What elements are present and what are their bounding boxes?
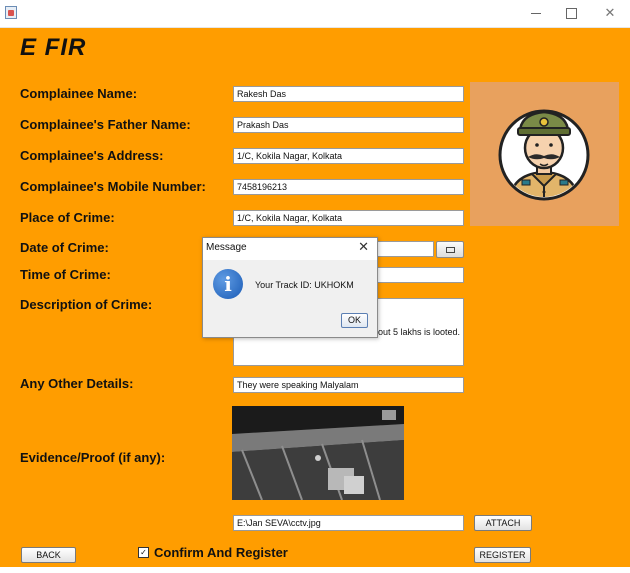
maximize-icon[interactable] [552,0,590,27]
app-brand: E FIR [20,34,87,61]
date-of-crime-label: Date of Crime: [20,240,109,255]
check-icon[interactable]: ✓ [138,547,149,558]
time-of-crime-label: Time of Crime: [20,267,111,282]
confirm-checkbox-row[interactable]: ✓ Confirm And Register [138,545,288,560]
other-details-label: Any Other Details: [20,376,134,391]
address-label: Complainee's Address: [20,148,164,163]
attach-button[interactable]: ATTACH [474,515,532,531]
complainee-name-input[interactable]: Rakesh Das [233,86,464,102]
dialog-titlebar: Message ✕ [203,238,377,260]
info-icon: i [213,269,243,299]
place-of-crime-label: Place of Crime: [20,210,115,225]
calendar-button[interactable] [436,241,464,258]
window-titlebar: ✕ [0,0,630,28]
confirm-label: Confirm And Register [154,545,288,560]
address-input[interactable]: 1/C, Kokila Nagar, Kolkata [233,148,464,164]
dialog-message: Your Track ID: UKHOKM [255,280,354,290]
ok-button[interactable]: OK [341,313,368,328]
close-icon[interactable]: ✕ [591,0,629,27]
dialog-title: Message [206,242,247,253]
description-label: Description of Crime: [20,297,153,312]
father-name-input[interactable]: Prakash Das [233,117,464,133]
police-officer-icon [498,109,590,201]
evidence-image [232,406,404,500]
father-name-label: Complainee's Father Name: [20,117,191,132]
calendar-icon [445,246,455,253]
other-details-input[interactable]: They were speaking Malyalam [233,377,464,393]
description-text: about 5 lakhs is looted. [367,327,460,337]
java-cup-icon [5,6,17,19]
window-bottom-edge [0,567,630,573]
message-dialog: Message ✕ i Your Track ID: UKHOKM OK [202,237,378,338]
complainee-name-label: Complainee Name: [20,86,138,101]
mobile-input[interactable]: 7458196213 [233,179,464,195]
minimize-icon[interactable] [517,0,555,27]
close-icon[interactable]: ✕ [358,240,369,255]
evidence-path-input[interactable]: E:\Jan SEVA\cctv.jpg [233,515,464,531]
place-of-crime-input[interactable]: 1/C, Kokila Nagar, Kolkata [233,210,464,226]
avatar [470,82,619,226]
mobile-label: Complainee's Mobile Number: [20,179,206,194]
evidence-label: Evidence/Proof (if any): [20,450,166,465]
back-button[interactable]: BACK [21,547,76,563]
register-button[interactable]: REGISTER [474,547,531,563]
